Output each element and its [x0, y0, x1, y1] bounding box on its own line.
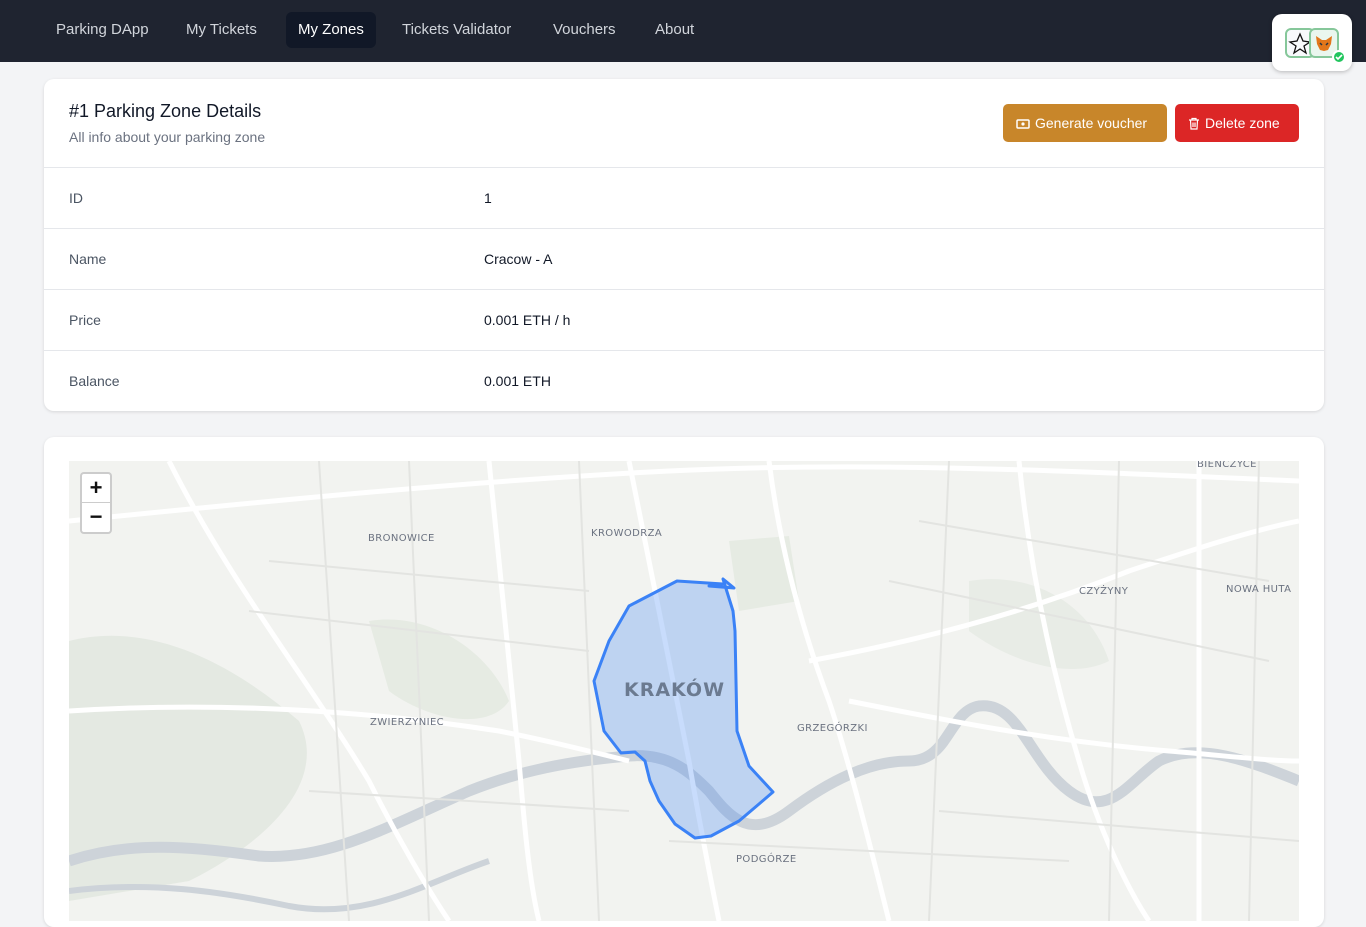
- map-district-label: PODGÓRZE: [736, 854, 797, 865]
- map-district-label: ZWIERZYNIEC: [370, 717, 445, 728]
- map-district-label: BIENCZYCE: [1197, 461, 1257, 470]
- map-district-label: KROWODRZA: [591, 528, 663, 539]
- ticket-icon: [1016, 119, 1030, 129]
- map-district-label: CZYŻYNY: [1079, 586, 1129, 597]
- detail-value: 0.001 ETH / h: [484, 312, 571, 328]
- nav-about[interactable]: About: [643, 12, 706, 48]
- delete-zone-label: Delete zone: [1205, 115, 1280, 131]
- map-district-label: NOWA HUTA: [1226, 584, 1292, 595]
- map-district-label: GRZEGÓRZKI: [797, 723, 868, 734]
- map-city-label: KRAKÓW: [624, 679, 726, 701]
- zoom-out-button[interactable]: −: [82, 503, 110, 532]
- nav-vouchers[interactable]: Vouchers: [541, 12, 628, 48]
- zone-map[interactable]: + − BIENCZYCE BRONOWICE KROWODRZA CZYŻYN…: [69, 461, 1299, 921]
- generate-voucher-label: Generate voucher: [1035, 115, 1148, 131]
- wallet-connect-button[interactable]: [1272, 14, 1352, 71]
- detail-label: Price: [69, 312, 101, 328]
- detail-row-name: Name Cracow - A: [44, 228, 1324, 289]
- detail-label: ID: [69, 190, 83, 206]
- nav-my-tickets[interactable]: My Tickets: [174, 12, 269, 48]
- nav-parking-dapp[interactable]: Parking DApp: [44, 12, 161, 48]
- page-title: #1 Parking Zone Details: [69, 101, 262, 121]
- detail-value: 1: [484, 190, 492, 206]
- detail-value: 0.001 ETH: [484, 373, 551, 389]
- top-navigation: Parking DApp My Tickets My Zones Tickets…: [0, 0, 1366, 62]
- detail-value: Cracow - A: [484, 251, 553, 267]
- detail-row-price: Price 0.001 ETH / h: [44, 289, 1324, 350]
- connected-check-icon: [1332, 50, 1346, 64]
- map-district-label: BRONOWICE: [368, 533, 435, 544]
- zoom-in-button[interactable]: +: [82, 474, 110, 503]
- zoom-control: + −: [80, 472, 112, 534]
- nav-my-zones[interactable]: My Zones: [286, 12, 376, 48]
- detail-row-id: ID 1: [44, 167, 1324, 228]
- page-subtitle: All info about your parking zone: [69, 129, 266, 145]
- zone-map-card: + − BIENCZYCE BRONOWICE KROWODRZA CZYŻYN…: [44, 437, 1324, 927]
- trash-icon: [1189, 117, 1199, 130]
- detail-label: Name: [69, 251, 107, 267]
- zone-details-card: #1 Parking Zone Details All info about y…: [44, 79, 1324, 411]
- detail-row-balance: Balance 0.001 ETH: [44, 350, 1324, 411]
- generate-voucher-button[interactable]: Generate voucher: [1003, 104, 1167, 142]
- detail-label: Balance: [69, 373, 120, 389]
- delete-zone-button[interactable]: Delete zone: [1175, 104, 1299, 142]
- nav-tickets-validator[interactable]: Tickets Validator: [390, 12, 523, 48]
